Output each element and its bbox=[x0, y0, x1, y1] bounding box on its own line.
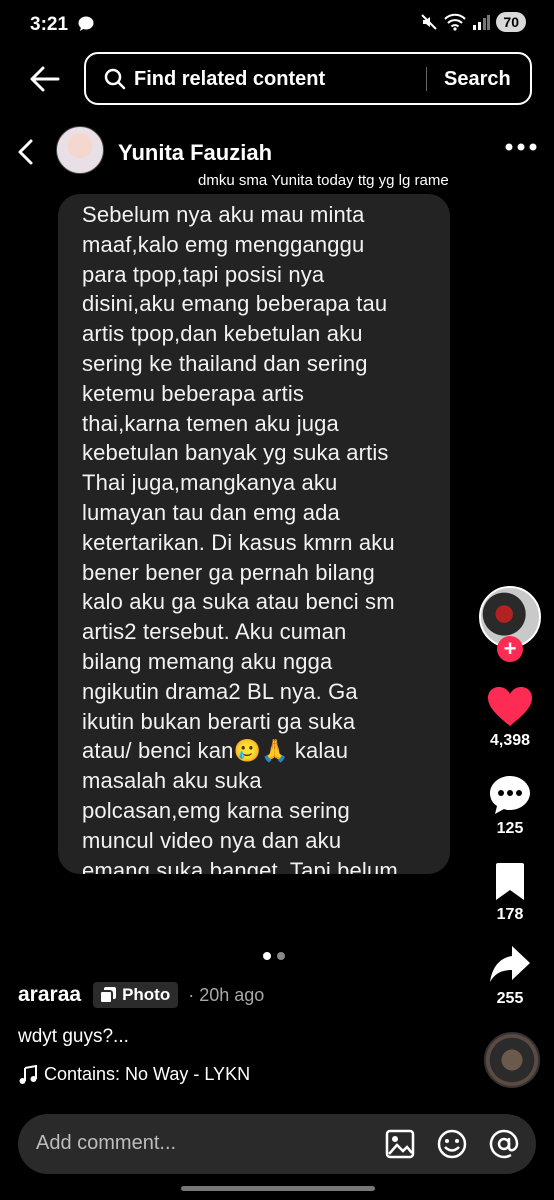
music-row[interactable]: Contains: No Way - LYKN bbox=[18, 1064, 250, 1085]
message-bubble: Sebelum nya aku mau minta maaf,kalo emg … bbox=[58, 194, 450, 874]
author-name[interactable]: araraa bbox=[18, 983, 81, 1007]
search-bar[interactable]: Find related content Search bbox=[84, 52, 532, 105]
status-bar: 3:21 70 bbox=[0, 0, 554, 52]
comment-input[interactable]: Add comment... bbox=[36, 1132, 176, 1155]
carousel-indicator bbox=[263, 952, 285, 960]
back-arrow-icon[interactable] bbox=[28, 62, 62, 96]
carousel-dot bbox=[277, 952, 285, 960]
search-button[interactable]: Search bbox=[444, 68, 511, 91]
like-button[interactable]: 4,398 bbox=[475, 686, 545, 750]
share-button[interactable]: 255 bbox=[475, 944, 545, 1008]
post-image[interactable]: Yunita Fauziah dmku sma Yunita today ttg… bbox=[0, 112, 554, 942]
signal-icon bbox=[473, 15, 491, 30]
message-notification-icon bbox=[78, 16, 94, 31]
dm-caption-overlay: dmku sma Yunita today ttg yg lg rame bbox=[198, 172, 449, 189]
music-note-icon bbox=[19, 1064, 37, 1084]
mute-icon bbox=[421, 14, 438, 30]
dm-contact-name: Yunita Fauziah bbox=[118, 140, 273, 165]
more-icon bbox=[505, 143, 537, 151]
bookmark-button[interactable]: 178 bbox=[475, 862, 545, 924]
comment-icons bbox=[384, 1128, 520, 1160]
bookmark-icon bbox=[496, 863, 524, 900]
heart-icon bbox=[488, 687, 532, 726]
photo-badge: Photo bbox=[93, 982, 179, 1008]
like-count: 4,398 bbox=[489, 732, 531, 749]
status-icons: 70 bbox=[420, 12, 526, 32]
home-indicator bbox=[181, 1186, 375, 1191]
dm-contact-avatar bbox=[56, 126, 104, 174]
message-text: Sebelum nya aku mau minta maaf,kalo emg … bbox=[82, 202, 398, 874]
search-divider bbox=[426, 67, 427, 91]
photo-icon bbox=[99, 987, 117, 1004]
emoji-icon[interactable] bbox=[436, 1128, 468, 1160]
comment-icon bbox=[490, 776, 530, 814]
comment-button[interactable]: 125 bbox=[475, 774, 545, 838]
mention-icon[interactable] bbox=[488, 1128, 520, 1160]
image-icon[interactable] bbox=[384, 1128, 416, 1160]
share-count: 255 bbox=[496, 990, 524, 1007]
wifi-icon bbox=[444, 13, 467, 31]
search-input[interactable]: Find related content bbox=[134, 68, 325, 91]
carousel-dot-active bbox=[263, 952, 271, 960]
post-time: · 20h ago bbox=[188, 984, 265, 1005]
comment-bar[interactable]: Add comment... bbox=[18, 1114, 536, 1174]
follow-button[interactable]: + bbox=[497, 636, 523, 662]
search-icon bbox=[104, 68, 126, 90]
comment-count: 125 bbox=[496, 820, 524, 837]
music-title: Contains: No Way - LYKN bbox=[44, 1064, 251, 1084]
save-count: 178 bbox=[496, 906, 524, 923]
post-caption[interactable]: wdyt guys?... bbox=[18, 1026, 129, 1048]
battery-indicator: 70 bbox=[496, 12, 526, 32]
author-row: araraa Photo · 20h ago bbox=[18, 982, 264, 1008]
share-icon bbox=[490, 946, 530, 982]
chevron-left-icon bbox=[18, 139, 33, 165]
status-time: 3:21 bbox=[30, 14, 69, 35]
music-disc[interactable] bbox=[484, 1032, 540, 1088]
photo-badge-label: Photo bbox=[122, 985, 171, 1004]
